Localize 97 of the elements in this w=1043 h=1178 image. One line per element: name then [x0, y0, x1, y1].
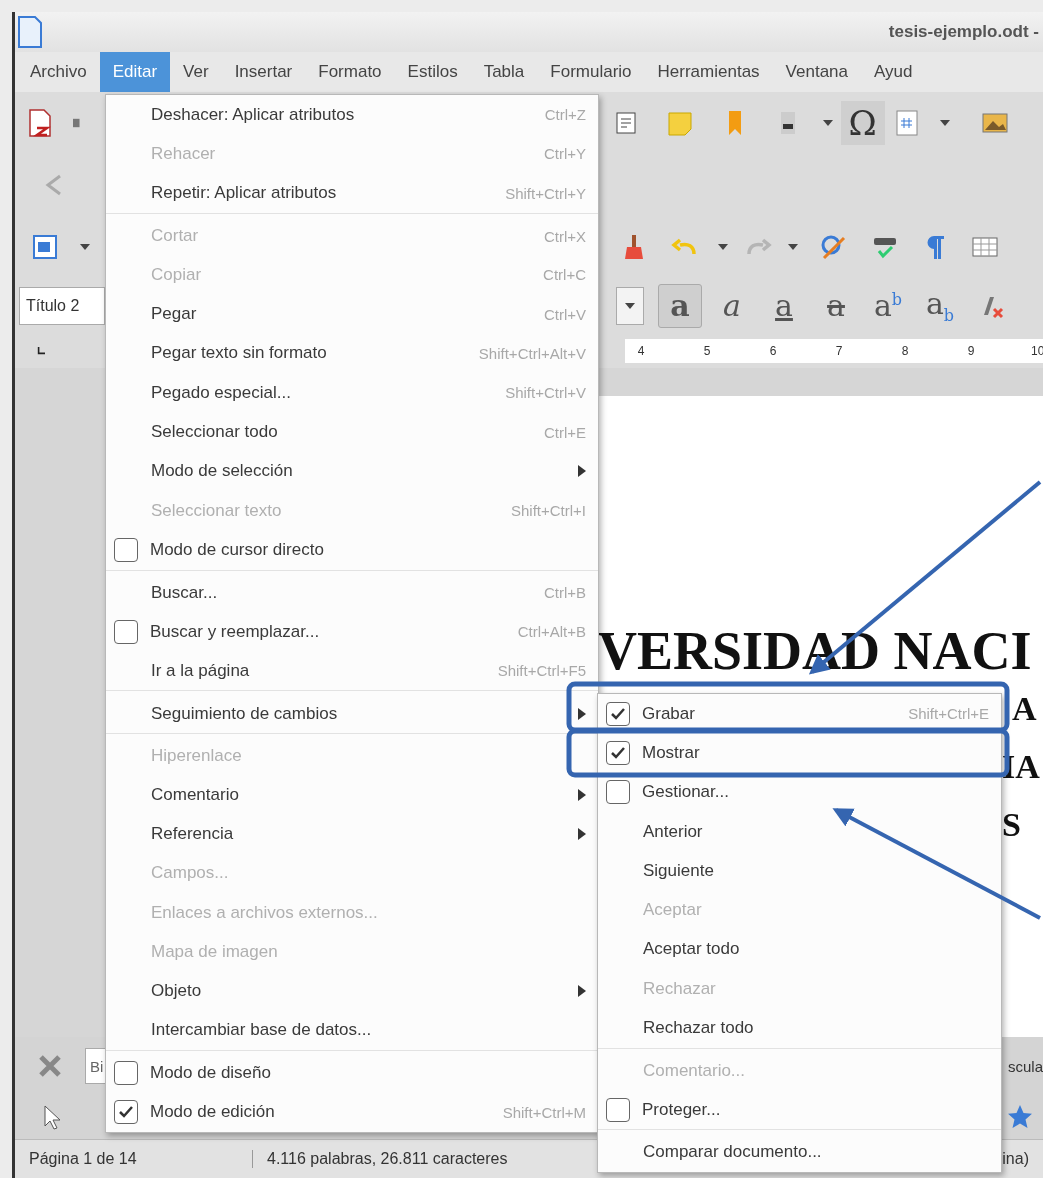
- checkbox[interactable]: [606, 780, 630, 805]
- paragraph-style-field[interactable]: Título 2: [19, 287, 105, 325]
- shortcut-text: Ctrl+Z: [544, 106, 586, 124]
- checkbox[interactable]: [606, 1097, 630, 1122]
- menu-item[interactable]: Comentario: [106, 775, 598, 815]
- dropdown-caret-icon[interactable]: [625, 303, 635, 309]
- checkbox[interactable]: [114, 1100, 138, 1125]
- menu-item[interactable]: Mostrar: [598, 733, 1001, 773]
- submenu-arrow-icon: [578, 788, 586, 801]
- page-count-text: Página 1 de 14: [15, 1150, 253, 1168]
- shortcut-text: Shift+Ctrl+Y: [505, 184, 586, 202]
- format-button[interactable]: a$^{b}$: [866, 284, 910, 328]
- option-label[interactable]: scula: [1007, 1057, 1043, 1075]
- menu-title[interactable]: Insertar: [221, 52, 306, 92]
- submenu-arrow-icon: [578, 985, 586, 998]
- menu-title[interactable]: Formulario: [537, 52, 645, 92]
- menu-item[interactable]: Siguiente: [598, 851, 1001, 891]
- menu-item[interactable]: Modo de cursor directo: [106, 530, 598, 570]
- menu-item[interactable]: Pegar texto sin formato Shift+Ctrl+Alt+V: [106, 333, 598, 374]
- ruler-label: 10: [1031, 344, 1043, 358]
- menu-item[interactable]: Modo de selección: [106, 451, 598, 491]
- shortcut-text: Shift+Ctrl+V: [505, 384, 586, 402]
- heading-text: A: [1012, 689, 1037, 729]
- format-button[interactable]: a: [710, 284, 754, 328]
- menu-item[interactable]: Aceptar todo: [598, 929, 1001, 970]
- checkbox[interactable]: [606, 740, 630, 765]
- menu-item[interactable]: Referencia: [106, 814, 598, 854]
- shortcut-text: Ctrl+X: [543, 227, 586, 245]
- dropdown-caret-icon[interactable]: [822, 120, 833, 126]
- heading-text: S: [1002, 805, 1021, 845]
- dropdown-caret-icon[interactable]: [717, 244, 728, 250]
- menu-item[interactable]: Proteger...: [598, 1089, 1001, 1130]
- checkbox[interactable]: [114, 537, 138, 562]
- menu-item[interactable]: Seleccionar todo Ctrl+E: [106, 412, 598, 452]
- checkbox[interactable]: [114, 1061, 138, 1086]
- special-character-button[interactable]: Ω: [840, 101, 885, 145]
- format-button[interactable]: a$_{b}$: [918, 284, 962, 328]
- ruler-label: 7: [834, 344, 844, 358]
- document-icon[interactable]: [17, 16, 43, 48]
- menu-title[interactable]: Archivo: [17, 52, 100, 92]
- menu-item[interactable]: Rechazar todo: [598, 1008, 1001, 1048]
- window-title: tesis-ejemplo.odt -: [888, 22, 1040, 42]
- shortcut-text: Shift+Ctrl+M: [502, 1103, 586, 1121]
- shortcut-text: Ctrl+E: [543, 423, 586, 441]
- template-icon[interactable]: [30, 232, 60, 262]
- submenu-arrow-icon: [578, 828, 586, 840]
- ruler-label: 4: [636, 344, 646, 358]
- format-button[interactable]: a: [762, 284, 806, 328]
- menu-item[interactable]: Intercambiar base de datos...: [106, 1010, 598, 1051]
- shortcut-text: Shift+Ctrl+F5: [497, 662, 586, 680]
- checkmark-icon: [610, 706, 626, 721]
- menu-title[interactable]: Ventana: [772, 52, 861, 92]
- menu-item[interactable]: Buscar y reemplazar... Ctrl+Alt+B: [106, 611, 598, 652]
- ruler-label: 6: [768, 344, 778, 358]
- submenu-arrow-icon: [578, 707, 586, 720]
- checkmark-icon: [610, 745, 626, 760]
- menu-item[interactable]: Modo de diseño: [106, 1050, 598, 1093]
- word-count-text: 4.116 palabras, 26.811 caracteres: [266, 1150, 509, 1168]
- menu-item[interactable]: Deshacer: Aplicar atributos Ctrl+Z: [106, 95, 598, 135]
- shortcut-text: Shift+Ctrl+I: [510, 502, 586, 520]
- ruler-label: 8: [900, 344, 910, 358]
- format-button[interactable]: a: [814, 284, 858, 328]
- shortcut-text: Shift+Ctrl+Alt+V: [478, 344, 586, 362]
- menu-title[interactable]: Herramientas: [644, 52, 773, 92]
- shortcut-text: Ctrl+Y: [543, 145, 586, 163]
- menu-item[interactable]: Repetir: Aplicar atributos Shift+Ctrl+Y: [106, 173, 598, 213]
- menu-item[interactable]: Comparar documento...: [598, 1129, 1001, 1172]
- style-dropdown-button[interactable]: [616, 287, 644, 325]
- ruler-label: 9: [966, 344, 976, 358]
- checkbox[interactable]: [606, 701, 630, 726]
- shortcut-text: Shift+Ctrl+E: [908, 705, 989, 723]
- menu-item[interactable]: Objeto: [106, 971, 598, 1011]
- dropdown-caret-icon[interactable]: [80, 244, 90, 250]
- shortcut-text: Ctrl+B: [543, 584, 586, 602]
- menu-item[interactable]: Buscar... Ctrl+B: [106, 569, 598, 612]
- menu-item[interactable]: Anterior: [598, 811, 1001, 852]
- menu-title[interactable]: Ver: [170, 52, 222, 92]
- checkbox[interactable]: [114, 619, 138, 644]
- menu-title[interactable]: Estilos: [394, 52, 471, 92]
- menu-title[interactable]: Formato: [305, 52, 395, 92]
- menu-item[interactable]: Ir a la página Shift+Ctrl+F5: [106, 651, 598, 691]
- ruler-label: 5: [702, 344, 712, 358]
- menu-item[interactable]: Pegar Ctrl+V: [106, 294, 598, 334]
- format-button[interactable]: a: [658, 284, 702, 328]
- shortcut-text: Ctrl+V: [543, 305, 586, 323]
- menu-item[interactable]: Modo de edición Shift+Ctrl+M: [106, 1092, 598, 1132]
- shortcut-text: Ctrl+Alt+B: [517, 623, 586, 640]
- dropdown-caret-icon[interactable]: [940, 120, 950, 126]
- menu-item[interactable]: Pegado especial... Shift+Ctrl+V: [106, 373, 598, 413]
- shortcut-text: Ctrl+C: [543, 266, 586, 284]
- tab-stop-icon[interactable]: [37, 346, 45, 356]
- submenu-arrow-icon: [578, 465, 586, 478]
- menu-title[interactable]: Ayud: [861, 52, 926, 92]
- checkmark-icon: [118, 1105, 134, 1120]
- layout-text: ina): [1001, 1150, 1030, 1168]
- menu-title[interactable]: Tabla: [470, 52, 538, 92]
- dropdown-caret-icon[interactable]: [787, 244, 798, 250]
